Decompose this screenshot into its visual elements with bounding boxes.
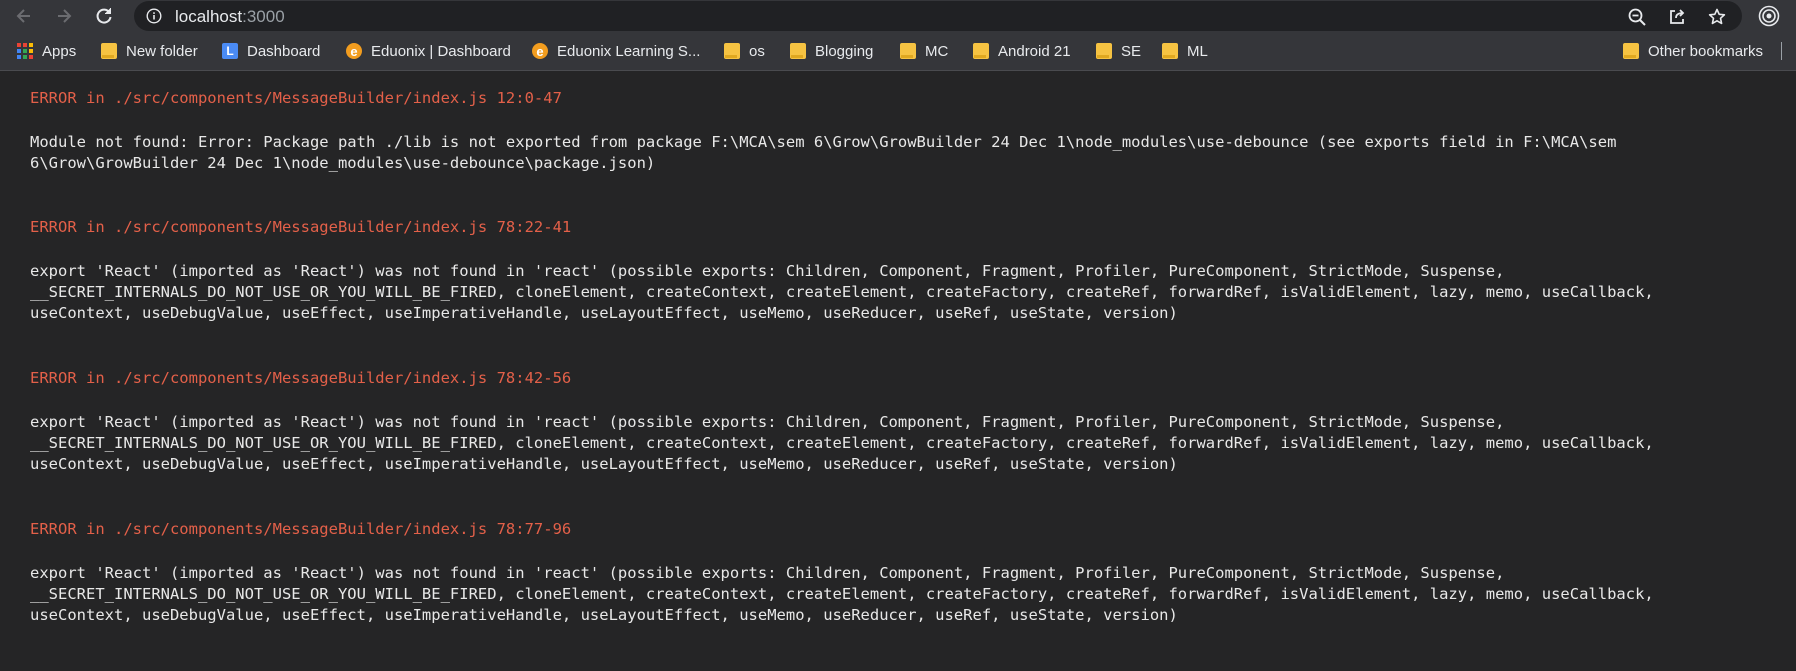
- back-button[interactable]: [12, 4, 36, 28]
- bookmark-label: Android 21: [998, 42, 1071, 60]
- bookmark-blogging[interactable]: Blogging: [790, 32, 873, 70]
- bookmark-label: Eduonix Learning S...: [557, 42, 701, 60]
- bookmark-android-21[interactable]: Android 21: [973, 32, 1071, 70]
- error-header: ERROR in ./src/components/MessageBuilder…: [30, 218, 572, 236]
- bookmark-label: MC: [925, 42, 949, 60]
- error-message-line: useContext, useDebugValue, useEffect, us…: [30, 455, 1178, 473]
- bookmark-label: New folder: [126, 42, 198, 60]
- bookmark-star-icon[interactable]: [1707, 7, 1727, 27]
- url-text[interactable]: localhost:3000: [175, 7, 285, 27]
- bookmark-ml[interactable]: ML: [1162, 32, 1208, 70]
- apps-grid-icon: [17, 43, 33, 59]
- bookmarks-bar: Apps New folder L Dashboard e Eduonix | …: [0, 32, 1796, 71]
- profile-icon[interactable]: [1758, 5, 1780, 27]
- arrow-right-icon: [58, 9, 72, 23]
- bookmark-label: SE: [1121, 42, 1142, 60]
- error-message-line: export 'React' (imported as 'React') was…: [30, 262, 1505, 280]
- reload-icon: [96, 8, 112, 24]
- browser-toolbar: localhost:3000: [0, 0, 1796, 32]
- error-message-line: __SECRET_INTERNALS_DO_NOT_USE_OR_YOU_WIL…: [30, 585, 1654, 603]
- other-bookmarks-label: Other bookmarks: [1648, 42, 1764, 60]
- error-message-line: __SECRET_INTERNALS_DO_NOT_USE_OR_YOU_WIL…: [30, 434, 1654, 452]
- bookmark-label: Blogging: [815, 42, 874, 60]
- error-message-line: __SECRET_INTERNALS_DO_NOT_USE_OR_YOU_WIL…: [30, 283, 1654, 301]
- eduonix-icon: e: [346, 43, 362, 59]
- other-bookmarks[interactable]: Other bookmarks: [1623, 32, 1763, 70]
- error-overlay: ERROR in ./src/components/MessageBuilder…: [0, 78, 1796, 671]
- bookmark-label: Dashboard: [247, 42, 321, 60]
- error-message-line: useContext, useDebugValue, useEffect, us…: [30, 606, 1178, 624]
- folder-icon: [101, 43, 117, 59]
- error-header: ERROR in ./src/components/MessageBuilder…: [30, 89, 562, 107]
- error-header: ERROR in ./src/components/MessageBuilder…: [30, 369, 572, 387]
- folder-icon: [900, 43, 916, 59]
- bookmark-dashboard[interactable]: L Dashboard: [222, 32, 320, 70]
- bookmark-apps[interactable]: Apps: [17, 32, 76, 70]
- folder-icon: [1162, 43, 1178, 59]
- error-message-line: export 'React' (imported as 'React') was…: [30, 413, 1505, 431]
- bookmark-eduonix-dashboard[interactable]: e Eduonix | Dashboard: [346, 32, 511, 70]
- l-app-icon: L: [222, 43, 238, 59]
- error-message-line: export 'React' (imported as 'React') was…: [30, 564, 1505, 582]
- error-message-line: useContext, useDebugValue, useEffect, us…: [30, 304, 1178, 322]
- browser-chrome: localhost:3000 Apps New folder L Dashboa…: [0, 0, 1796, 71]
- forward-button[interactable]: [52, 4, 76, 28]
- url-host: localhost: [175, 7, 243, 26]
- folder-icon: [1096, 43, 1112, 59]
- eduonix-icon: e: [532, 43, 548, 59]
- bookmark-label: Eduonix | Dashboard: [371, 42, 511, 60]
- folder-icon: [973, 43, 989, 59]
- bookmark-os[interactable]: os: [724, 32, 765, 70]
- reload-button[interactable]: [92, 4, 116, 28]
- url-port: :3000: [242, 7, 285, 26]
- folder-icon: [1623, 43, 1639, 59]
- bookmark-label: ML: [1187, 42, 1208, 60]
- arrow-left-icon: [16, 9, 30, 23]
- bookmark-mc[interactable]: MC: [900, 32, 948, 70]
- bookmark-label: os: [749, 42, 765, 60]
- bookmark-new-folder[interactable]: New folder: [101, 32, 198, 70]
- error-message-line: Module not found: Error: Package path ./…: [30, 133, 1617, 151]
- folder-icon: [790, 43, 806, 59]
- bookmark-label: Apps: [42, 42, 77, 60]
- zoom-out-icon[interactable]: [1627, 7, 1647, 27]
- bookmark-eduonix-learning[interactable]: e Eduonix Learning S...: [532, 32, 700, 70]
- error-header: ERROR in ./src/components/MessageBuilder…: [30, 520, 572, 538]
- folder-icon: [724, 43, 740, 59]
- address-bar[interactable]: localhost:3000: [134, 1, 1742, 31]
- bookmarks-divider: [1781, 42, 1782, 60]
- info-icon[interactable]: [146, 8, 162, 24]
- error-message-line: 6\Grow\GrowBuilder 24 Dec 1\node_modules…: [30, 154, 656, 172]
- bookmark-se[interactable]: SE: [1096, 32, 1141, 70]
- share-icon[interactable]: [1667, 7, 1687, 27]
